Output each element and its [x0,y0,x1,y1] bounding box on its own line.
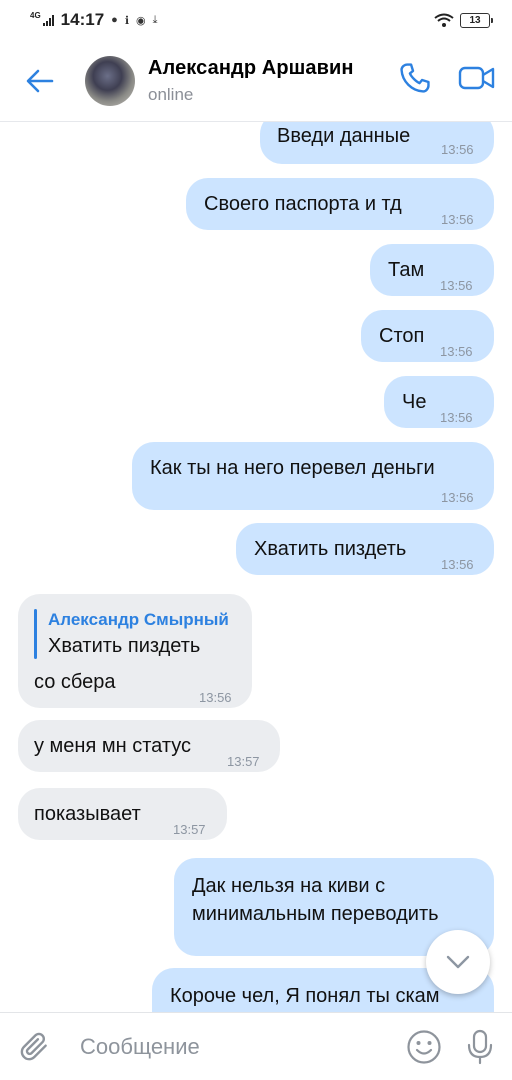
parking-notification-icon: ℹ [124,14,129,27]
attach-button[interactable] [0,1030,70,1064]
chat-header: Александр Аршавин online [0,40,512,122]
message-composer [0,1012,512,1080]
message-time: 13:56 [440,278,473,293]
status-bar: 4G 14:17 ● ℹ ◉ ⤓ 13 [0,0,512,40]
message-bubble[interactable]: показывает 13:57 [18,788,227,840]
avatar[interactable] [85,55,135,106]
message-bubble[interactable]: Там 13:56 [370,244,494,296]
message-list[interactable]: Введи данные 13:56 Своего паспорта и тд … [0,122,512,1012]
video-call-button[interactable] [458,63,496,98]
message-time: 13:56 [199,690,232,705]
emoji-button[interactable] [400,1029,448,1065]
back-button[interactable] [0,40,80,122]
message-time: 13:56 [441,212,474,227]
message-bubble[interactable]: Введи данные 13:56 [260,122,494,164]
message-text: Короче чел, Я понял ты скам [170,985,440,1007]
back-arrow-icon [26,69,54,92]
microphone-icon [467,1029,493,1064]
message-bubble[interactable]: Хватить пиздеть 13:56 [236,523,494,575]
message-text: у меня мн статус [34,735,191,757]
contact-status: online [148,84,194,104]
clock: 14:17 [60,10,105,29]
message-text: показывает [34,803,141,825]
contact-name: Александр Аршавин [148,56,354,79]
message-time: 13:56 [441,490,474,505]
message-input[interactable] [70,1021,400,1072]
battery-level: 13 [469,14,481,26]
reply-author: Александр Смырный [48,610,229,629]
message-time: 13:56 [440,410,473,425]
reply-message-bubble[interactable]: Александр Смырный Хватить пиздеть со сбе… [18,594,252,708]
message-text: со сбера [34,671,116,693]
battery-icon: 13 [460,12,493,28]
message-text: Там [388,259,425,281]
download-notification-icon: ⤓ [152,13,158,26]
message-time: 13:57 [173,822,206,837]
message-text: Введи данные [277,125,411,147]
message-text: Хватить пиздеть [254,538,407,560]
message-time: 13:56 [441,142,474,157]
message-text: Своего паспорта и тд [204,193,402,215]
message-bubble[interactable]: Че 13:56 [384,376,494,428]
message-bubble[interactable]: Своего паспорта и тд 13:56 [186,178,494,230]
call-button[interactable] [398,61,432,100]
voice-message-button[interactable] [448,1029,512,1065]
phone-icon [400,63,430,93]
signal-icon [42,14,54,26]
message-text: Как ты на него перевел деньги [150,457,435,479]
message-text: Стоп [379,325,425,347]
reply-quote-bar [34,609,37,659]
chevron-down-icon [446,955,470,969]
chat-notification-icon: ● [111,14,118,26]
telegram-notification-icon: ◉ [136,14,146,27]
contact-info[interactable]: Александр Аршавин online [148,57,354,105]
message-bubble[interactable]: Как ты на него перевел деньги 13:56 [132,442,494,510]
message-bubble[interactable]: Стоп 13:56 [361,310,494,362]
scroll-to-bottom-button[interactable] [426,930,490,994]
message-text: Че [402,391,427,413]
network-type: 4G [30,10,41,20]
reply-quoted-text: Хватить пиздеть [48,635,201,657]
message-text: Дак нельзя на киви с [192,875,386,897]
message-time: 13:57 [227,754,260,769]
video-camera-icon [458,66,495,90]
message-text: минимальным переводить [192,903,439,925]
message-time: 13:56 [440,344,473,359]
wifi-icon [434,13,454,27]
message-time: 13:56 [441,557,474,572]
message-bubble[interactable]: у меня мн статус 13:57 [18,720,280,772]
paperclip-icon [20,1032,47,1060]
emoji-icon [407,1029,441,1064]
